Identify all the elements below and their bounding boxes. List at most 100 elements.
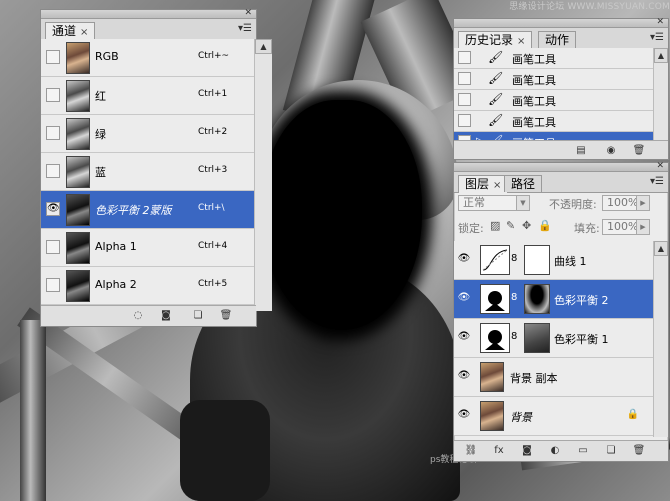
history-state-name: 画笔工具 <box>512 53 556 66</box>
panel-titlebar[interactable]: ✕ <box>41 8 256 19</box>
history-source-box[interactable] <box>458 51 471 64</box>
tab-paths[interactable]: 路径 <box>504 175 543 192</box>
add-mask-icon[interactable]: ◙ <box>520 444 534 457</box>
chain-link-icon[interactable]: 8 <box>511 253 517 264</box>
channel-row[interactable]: 红 Ctrl+1 <box>41 77 254 115</box>
tab-label: 动作 <box>545 33 570 47</box>
close-icon[interactable]: × <box>80 27 88 38</box>
channel-row[interactable]: 👁 色彩平衡 2蒙版 Ctrl+\ <box>41 191 254 229</box>
tab-history[interactable]: 历史记录 × <box>458 31 533 49</box>
layer-row[interactable]: 👁 背景 🔒 <box>454 397 653 436</box>
close-icon[interactable]: ✕ <box>656 161 664 171</box>
layer-row[interactable]: 👁 背景 副本 <box>454 358 653 397</box>
layer-mask-thumbnail[interactable] <box>524 245 550 275</box>
close-icon[interactable]: ✕ <box>244 8 252 18</box>
load-selection-icon[interactable]: ◌ <box>131 309 145 322</box>
history-state-row[interactable]: 🖌 画笔工具 <box>454 69 653 90</box>
eye-icon[interactable]: 👁 <box>456 367 472 385</box>
channel-row[interactable]: RGB Ctrl+~ <box>41 39 254 77</box>
channel-row[interactable]: 绿 Ctrl+2 <box>41 115 254 153</box>
panel-menu-icon[interactable]: ▾☰ <box>650 176 664 187</box>
tab-layers[interactable]: 图层 × <box>458 175 509 193</box>
trash-icon[interactable]: 🗑 <box>632 444 646 457</box>
masked-face <box>262 100 422 330</box>
channel-shortcut: Ctrl+2 <box>198 127 228 137</box>
panel-menu-icon[interactable]: ▾☰ <box>238 23 252 34</box>
layer-row[interactable]: 👁 8 色彩平衡 2 <box>454 280 653 319</box>
chain-link-icon[interactable]: 8 <box>511 331 517 342</box>
channel-name: Alpha 2 <box>95 278 137 291</box>
eye-icon[interactable]: 👁 <box>456 406 472 424</box>
save-selection-icon[interactable]: ◙ <box>159 309 173 322</box>
visibility-toggle[interactable] <box>46 164 60 178</box>
channel-thumbnail <box>66 80 90 112</box>
trash-icon[interactable]: 🗑 <box>632 144 646 157</box>
layer-name: 色彩平衡 2 <box>554 294 609 307</box>
curves-adjustment-icon <box>480 245 510 275</box>
camera-icon[interactable]: ◉ <box>604 144 618 157</box>
scrollbar[interactable]: ▲ <box>653 48 668 148</box>
channels-panel: ✕ 通道 × ▾☰ RGB Ctrl+~ 红 Ctrl+1 绿 Ctrl+2 蓝 Ctrl+3 👁… <box>40 8 272 327</box>
visibility-toggle[interactable] <box>46 126 60 140</box>
channel-thumbnail <box>66 118 90 150</box>
scrollbar[interactable]: ▲ <box>653 241 668 437</box>
visibility-toggle[interactable] <box>46 50 60 64</box>
tab-label: 图层 <box>465 177 490 191</box>
history-source-box[interactable] <box>458 72 471 85</box>
close-icon[interactable]: × <box>493 180 501 191</box>
chain-link-icon[interactable]: 8 <box>511 292 517 303</box>
visibility-toggle[interactable] <box>46 278 60 292</box>
lock-image-icon[interactable]: ✎ <box>506 219 515 232</box>
eye-icon[interactable]: 👁 <box>456 328 472 346</box>
new-layer-icon[interactable]: ❏ <box>604 444 618 457</box>
lock-position-icon[interactable]: ✥ <box>522 219 531 232</box>
new-channel-icon[interactable]: ❏ <box>191 309 205 322</box>
eye-icon[interactable]: 👁 <box>456 289 472 307</box>
layer-row[interactable]: 👁 8 曲线 1 <box>454 241 653 280</box>
channel-row[interactable]: Alpha 2 Ctrl+5 <box>41 267 254 305</box>
scroll-up-icon[interactable]: ▲ <box>654 241 668 256</box>
scrollbar[interactable]: ▲ <box>254 39 272 311</box>
visibility-toggle[interactable] <box>46 240 60 254</box>
trash-icon[interactable]: 🗑 <box>219 309 233 322</box>
scroll-up-icon[interactable]: ▲ <box>654 48 668 63</box>
adjustment-layer-icon[interactable]: ◐ <box>548 444 562 457</box>
layer-mask-thumbnail[interactable] <box>524 323 550 353</box>
history-state-row[interactable]: 🖌 画笔工具 <box>454 48 653 69</box>
opacity-field[interactable]: 100% ▶ <box>602 195 650 211</box>
scroll-up-icon[interactable]: ▲ <box>255 39 272 54</box>
blend-mode-select[interactable]: 正常 ▼ <box>458 195 530 211</box>
tab-channels[interactable]: 通道 × <box>45 22 96 40</box>
fx-icon[interactable]: fx <box>492 444 506 457</box>
channel-thumbnail <box>66 270 90 302</box>
history-source-box[interactable] <box>458 93 471 106</box>
tab-label: 路径 <box>511 177 536 191</box>
channel-shortcut: Ctrl+1 <box>198 89 228 99</box>
fill-field[interactable]: 100% ▶ <box>602 219 650 235</box>
channel-thumbnail <box>66 42 90 74</box>
channel-row[interactable]: Alpha 1 Ctrl+4 <box>41 229 254 267</box>
channel-name: 色彩平衡 2蒙版 <box>95 204 172 217</box>
history-state-name: 画笔工具 <box>512 95 556 108</box>
panel-titlebar[interactable]: ✕ <box>454 161 668 172</box>
panel-menu-icon[interactable]: ▾☰ <box>650 32 664 43</box>
eye-icon[interactable]: 👁 <box>46 202 60 216</box>
new-document-icon[interactable]: ▤ <box>574 144 588 157</box>
history-source-box[interactable] <box>458 114 471 127</box>
layer-mask-thumbnail[interactable] <box>524 284 550 314</box>
eye-icon[interactable]: 👁 <box>456 250 472 268</box>
close-icon[interactable]: × <box>517 36 525 47</box>
channel-row[interactable]: 蓝 Ctrl+3 <box>41 153 254 191</box>
visibility-toggle[interactable] <box>46 88 60 102</box>
brush-icon: 🖌 <box>488 92 504 106</box>
link-layers-icon[interactable]: ⛓ <box>464 444 478 457</box>
history-state-row[interactable]: 🖌 画笔工具 <box>454 90 653 111</box>
panel-titlebar[interactable]: ✕ <box>454 17 668 28</box>
lock-all-icon[interactable]: 🔒 <box>538 219 552 232</box>
layer-row[interactable]: 👁 8 色彩平衡 1 <box>454 319 653 358</box>
close-icon[interactable]: ✕ <box>656 17 664 27</box>
history-state-row[interactable]: 🖌 画笔工具 <box>454 111 653 132</box>
lock-transparency-icon[interactable]: ▨ <box>490 219 500 232</box>
tab-actions[interactable]: 动作 <box>538 31 577 48</box>
group-folder-icon[interactable]: ▭ <box>576 444 590 457</box>
